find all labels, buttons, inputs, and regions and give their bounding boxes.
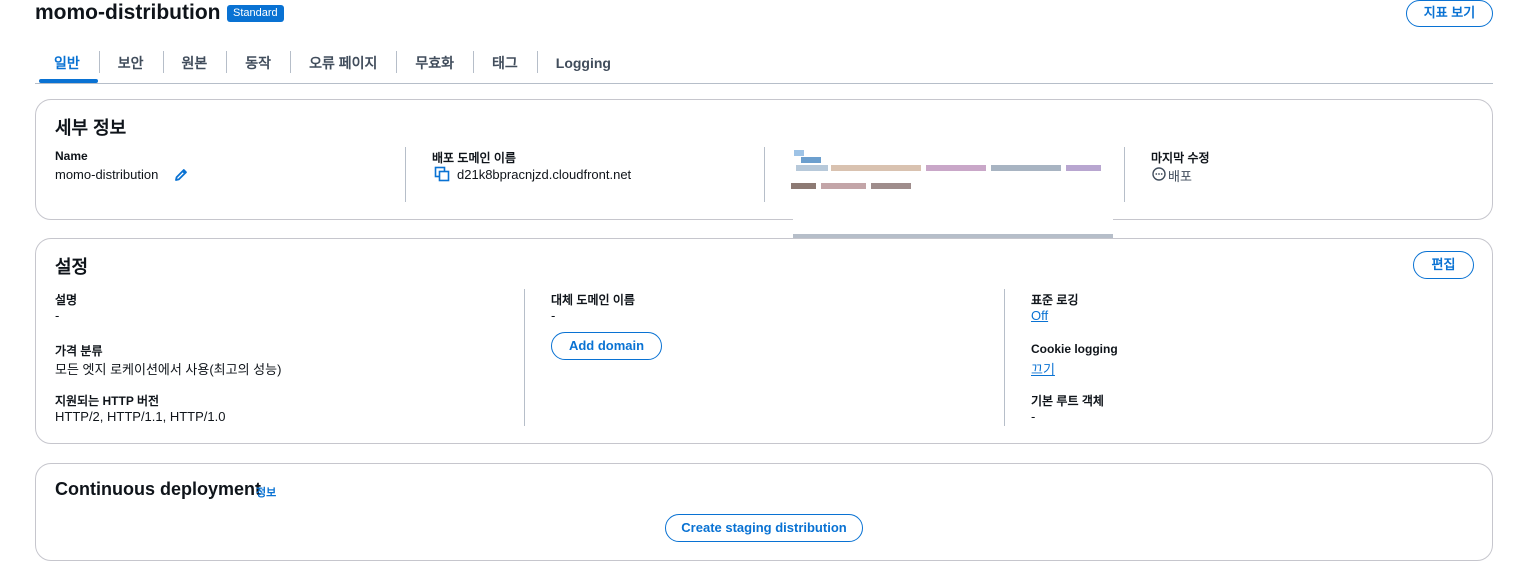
http-version-value: HTTP/2, HTTP/1.1, HTTP/1.0: [55, 409, 226, 424]
divider: [1004, 289, 1005, 426]
redacted-overlay: [793, 218, 1113, 240]
standard-logging-label: 표준 로깅: [1031, 293, 1079, 307]
view-metrics-button[interactable]: 지표 보기: [1406, 0, 1493, 27]
domain-value: d21k8bpracnjzd.cloudfront.net: [457, 167, 632, 182]
standard-badge: Standard: [227, 5, 284, 22]
continuous-deployment-panel: Continuous deployment 정보 Create staging …: [35, 463, 1493, 561]
tab-security[interactable]: 보안: [98, 46, 163, 80]
edit-button[interactable]: 편집: [1413, 251, 1474, 279]
settings-panel: 설정 편집 설명 - 가격 분류 모든 엣지 로케이션에서 사용(최고의 성능)…: [35, 238, 1493, 444]
tab-invalidations[interactable]: 무효화: [396, 46, 473, 80]
last-modified-label: 마지막 수정: [1151, 151, 1210, 165]
divider: [405, 147, 406, 202]
alt-domain-value: -: [551, 308, 556, 323]
create-staging-distribution-button[interactable]: Create staging distribution: [665, 514, 863, 542]
in-progress-icon: [1152, 167, 1166, 181]
tab-general[interactable]: 일반: [35, 46, 99, 83]
cookie-logging-link[interactable]: 끄기: [1031, 359, 1055, 378]
page-title: momo-distribution: [35, 1, 221, 24]
tab-error-pages[interactable]: 오류 페이지: [290, 46, 396, 80]
last-modified-value: 배포: [1168, 169, 1192, 184]
divider: [764, 147, 765, 202]
price-class-label: 가격 분류: [55, 344, 103, 358]
redacted-field: [791, 147, 1116, 197]
divider: [524, 289, 525, 426]
standard-logging-link[interactable]: Off: [1031, 308, 1048, 323]
details-panel: 세부 정보 Name momo-distribution 배포 도메인 이름 d…: [35, 99, 1493, 220]
description-label: 설명: [55, 293, 78, 307]
name-label: Name: [55, 149, 88, 163]
cookie-logging-label: Cookie logging: [1031, 342, 1118, 356]
tab-tags[interactable]: 태그: [473, 46, 537, 80]
root-object-value: -: [1031, 409, 1036, 424]
info-link[interactable]: 정보: [256, 484, 276, 500]
domain-label: 배포 도메인 이름: [432, 151, 516, 165]
http-version-label: 지원되는 HTTP 버전: [55, 394, 160, 408]
copy-icon[interactable]: [434, 166, 450, 182]
tab-behaviors[interactable]: 동작: [226, 46, 290, 80]
continuous-deployment-title: Continuous deployment: [55, 479, 261, 499]
tab-origins[interactable]: 원본: [162, 46, 227, 80]
tab-bar: 일반 보안 원본 동작 오류 페이지 무효화 태그 Logging: [35, 46, 1493, 84]
edit-name-pencil-icon[interactable]: [173, 167, 189, 183]
settings-title: 설정: [55, 257, 89, 277]
add-domain-button[interactable]: Add domain: [551, 332, 662, 360]
price-class-value: 모든 엣지 로케이션에서 사용(최고의 성능): [55, 362, 282, 377]
root-object-label: 기본 루트 객체: [1031, 394, 1104, 408]
alt-domain-label: 대체 도메인 이름: [551, 293, 635, 307]
tab-logging[interactable]: Logging: [536, 46, 630, 80]
name-value: momo-distribution: [55, 167, 159, 182]
details-title: 세부 정보: [55, 118, 127, 138]
divider: [1124, 147, 1125, 202]
description-value: -: [55, 308, 60, 323]
